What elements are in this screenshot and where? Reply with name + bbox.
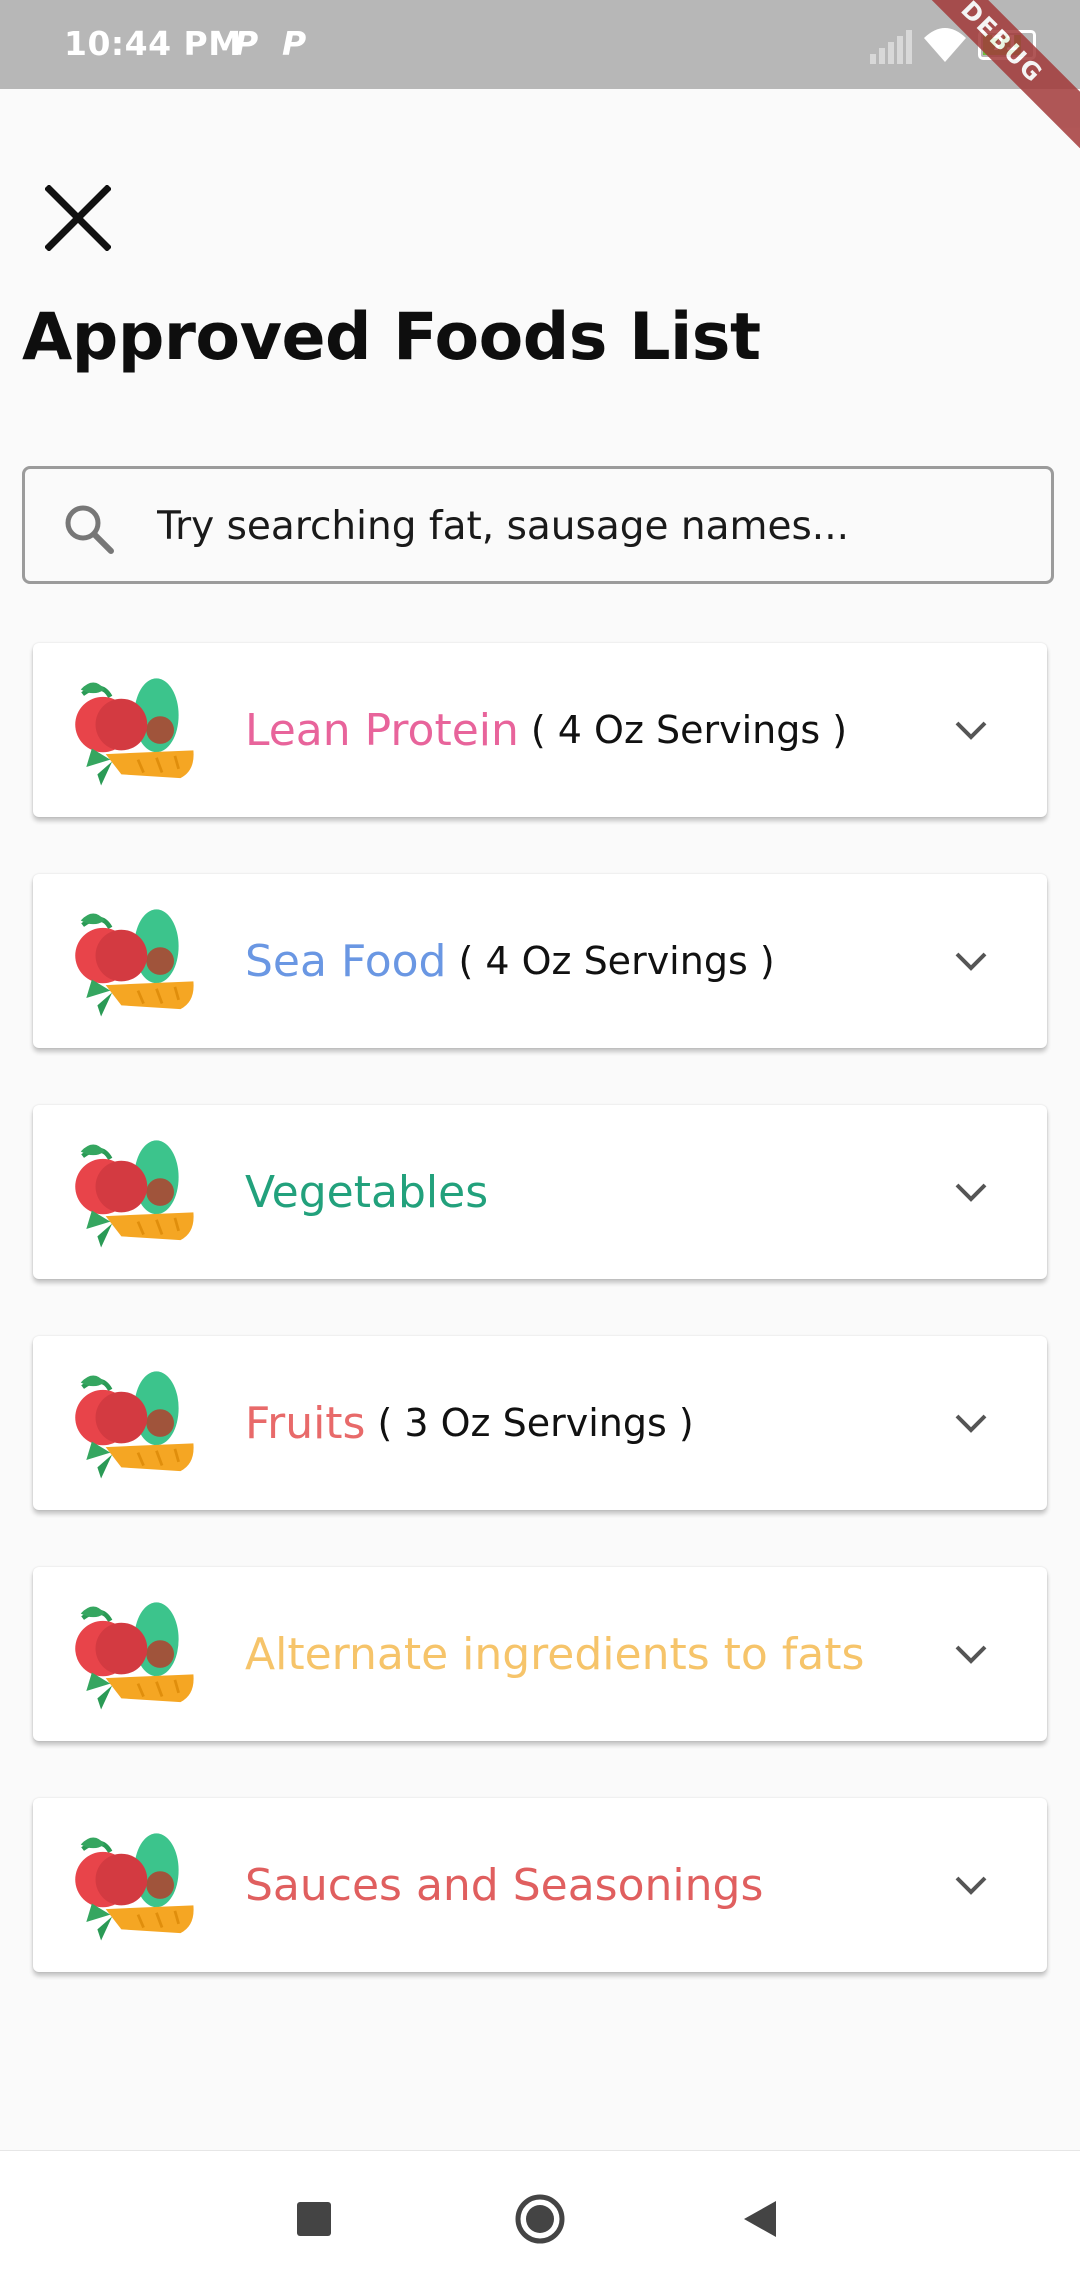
search-input[interactable] <box>155 489 1019 563</box>
category-label: Sea Food ( 4 Oz Servings ) <box>245 874 775 1048</box>
close-icon <box>45 185 111 251</box>
square-icon[interactable] <box>296 2201 332 2237</box>
food-basket-icon <box>73 1364 203 1484</box>
category-title: Alternate ingredients to fats <box>245 1628 865 1680</box>
signal-icon <box>870 30 912 64</box>
food-basket-icon <box>73 902 203 1022</box>
category-label: Sauces and Seasonings <box>245 1798 763 1972</box>
category-label: Lean Protein ( 4 Oz Servings ) <box>245 643 847 817</box>
category-subtitle: ( 3 Oz Servings ) <box>377 1401 694 1445</box>
category-title: Sea Food <box>245 935 447 987</box>
system-nav-bar <box>0 2150 1080 2281</box>
category-title: Sauces and Seasonings <box>245 1859 764 1911</box>
triangle-back-icon[interactable] <box>742 2199 778 2239</box>
category-subtitle: ( 4 Oz Servings ) <box>458 939 775 983</box>
category-card-fruits[interactable]: Fruits ( 3 Oz Servings ) <box>33 1336 1047 1510</box>
category-label: Vegetables <box>245 1105 488 1279</box>
category-title: Vegetables <box>245 1166 489 1218</box>
category-label: Fruits ( 3 Oz Servings ) <box>245 1336 694 1510</box>
category-title: Fruits <box>245 1397 366 1449</box>
close-button[interactable] <box>38 178 118 258</box>
category-card-lean-protein[interactable]: Lean Protein ( 4 Oz Servings ) <box>33 643 1047 817</box>
circle-icon[interactable] <box>514 2193 566 2245</box>
food-basket-icon <box>73 1133 203 1253</box>
category-label: Alternate ingredients to fats <box>245 1567 864 1741</box>
chevron-down-icon[interactable] <box>951 1406 991 1442</box>
category-title: Lean Protein <box>245 704 519 756</box>
status-bar: 10:44 PM P P 71 DEBUG <box>0 0 1080 149</box>
page-title: Approved Foods List <box>22 300 761 375</box>
category-subtitle: ( 4 Oz Servings ) <box>530 708 848 752</box>
status-icons: 71 DEBUG <box>820 0 1080 149</box>
search-icon <box>65 505 114 554</box>
food-basket-icon <box>73 671 203 791</box>
category-card-alternate-ingredients[interactable]: Alternate ingredients to fats <box>33 1567 1047 1741</box>
food-basket-icon <box>73 1826 203 1946</box>
chevron-down-icon[interactable] <box>951 1175 991 1211</box>
chevron-down-icon[interactable] <box>951 1868 991 1904</box>
chevron-down-icon[interactable] <box>951 944 991 980</box>
chevron-down-icon[interactable] <box>951 1637 991 1673</box>
category-card-sauces-seasonings[interactable]: Sauces and Seasonings <box>33 1798 1047 1972</box>
notification-p-icon: P <box>282 24 307 63</box>
chevron-down-icon[interactable] <box>951 713 991 749</box>
category-card-sea-food[interactable]: Sea Food ( 4 Oz Servings ) <box>33 874 1047 1048</box>
debug-banner: DEBUG <box>895 0 1080 149</box>
notification-p-icon: P <box>234 24 259 63</box>
status-time: 10:44 PM <box>64 24 242 63</box>
category-card-vegetables[interactable]: Vegetables <box>33 1105 1047 1279</box>
search-box[interactable] <box>22 466 1054 584</box>
food-basket-icon <box>73 1595 203 1715</box>
